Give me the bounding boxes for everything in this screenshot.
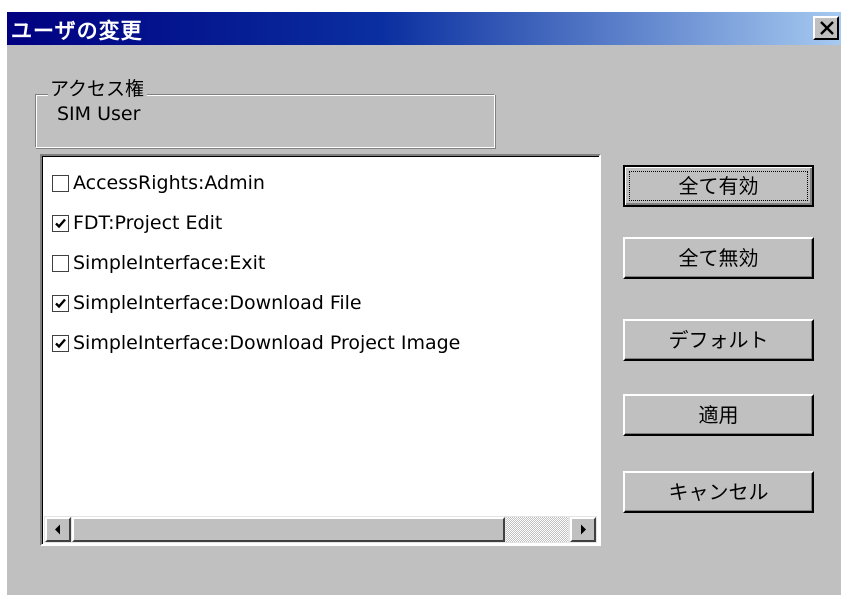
disable-all-button[interactable]: 全て無効 <box>623 237 814 279</box>
access-rights-label: アクセス権 <box>48 78 148 100</box>
list-item-label: SimpleInterface:Download File <box>73 292 362 314</box>
list-item-accessrights-admin[interactable]: AccessRights:Admin <box>52 168 265 198</box>
checkbox[interactable] <box>52 254 69 272</box>
checkbox[interactable] <box>52 334 69 352</box>
scroll-right-button[interactable] <box>570 517 596 542</box>
checkmark-icon <box>55 298 66 308</box>
permissions-list[interactable]: AccessRights:Admin FDT:Project Edit Simp… <box>40 154 601 546</box>
checkmark-icon <box>55 338 66 348</box>
list-item-simpleinterface-download-file[interactable]: SimpleInterface:Download File <box>52 288 362 318</box>
list-item-fdt-project-edit[interactable]: FDT:Project Edit <box>52 208 222 238</box>
close-button[interactable] <box>813 16 839 40</box>
dialog-window: ユーザの変更 アクセス権 SIM User AccessRights:Admin… <box>7 12 841 595</box>
cancel-button[interactable]: キャンセル <box>623 471 814 513</box>
enable-all-label: 全て有効 <box>678 174 759 198</box>
scroll-track[interactable] <box>506 517 568 542</box>
checkbox[interactable] <box>52 294 69 312</box>
checkmark-icon <box>55 218 66 228</box>
enable-all-button[interactable]: 全て有効 <box>623 165 814 207</box>
list-item-label: SimpleInterface:Download Project Image <box>73 332 461 354</box>
default-button[interactable]: デフォルト <box>623 319 814 361</box>
list-item-simpleinterface-download-project-image[interactable]: SimpleInterface:Download Project Image <box>52 328 460 358</box>
arrow-right-icon <box>581 524 586 535</box>
scroll-thumb[interactable] <box>72 517 505 542</box>
arrow-left-icon <box>55 524 60 535</box>
checkbox[interactable] <box>52 214 69 232</box>
list-item-simpleinterface-exit[interactable]: SimpleInterface:Exit <box>52 248 265 278</box>
horizontal-scrollbar[interactable] <box>44 516 597 543</box>
checkbox[interactable] <box>52 174 69 192</box>
access-rights-value: SIM User <box>57 103 141 125</box>
window-title: ユーザの変更 <box>11 19 143 43</box>
list-item-label: SimpleInterface:Exit <box>73 252 266 274</box>
scroll-left-button[interactable] <box>45 517 71 542</box>
close-icon <box>820 21 834 35</box>
apply-button[interactable]: 適用 <box>623 394 814 436</box>
list-item-label: FDT:Project Edit <box>73 212 223 234</box>
title-bar: ユーザの変更 <box>7 12 841 45</box>
list-item-label: AccessRights:Admin <box>73 172 265 194</box>
